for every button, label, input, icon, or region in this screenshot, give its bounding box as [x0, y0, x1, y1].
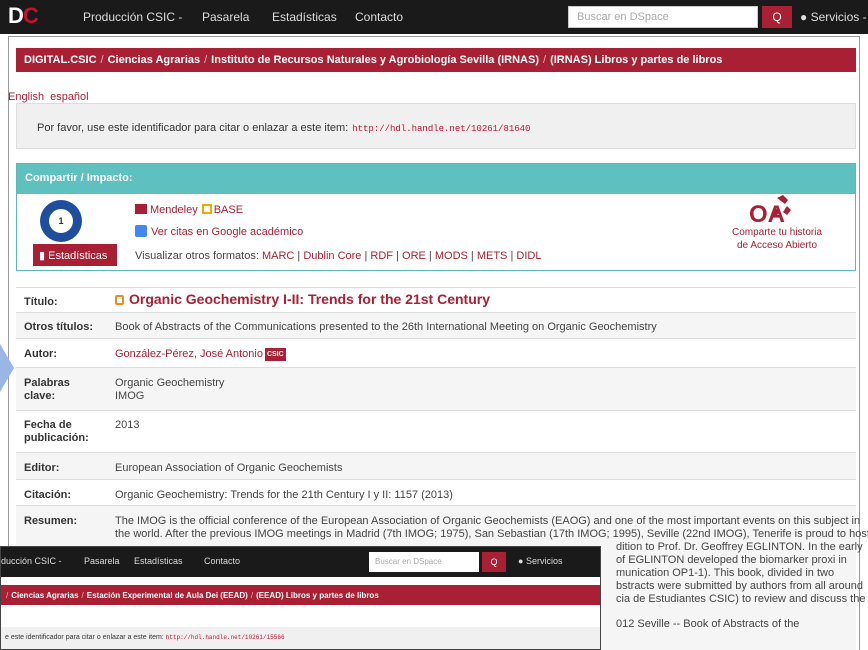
- value-citacion: Organic Geochemistry: Trends for the 21t…: [115, 489, 453, 501]
- overlay-search-input[interactable]: Buscar en DSpace: [369, 552, 479, 572]
- nav-produccion-csic[interactable]: Producción CSIC -: [83, 10, 182, 24]
- lang-espanol[interactable]: español: [50, 91, 89, 103]
- breadcrumb-ciencias-agrarias[interactable]: Ciencias Agrarias: [108, 54, 201, 66]
- label-citacion: Citación:: [24, 489, 72, 501]
- value-otros-titulos: Book of Abstracts of the Communications …: [115, 321, 657, 333]
- format-ore[interactable]: ORE: [402, 250, 426, 262]
- google-scholar-icon: [135, 225, 147, 237]
- value-palabras-clave: Organic Geochemistry IMOG: [115, 377, 225, 402]
- format-didl[interactable]: DIDL: [516, 250, 541, 262]
- breadcrumb-digital-csic[interactable]: DIGITAL.CSIC: [24, 54, 97, 66]
- handle-url[interactable]: http://hdl.handle.net/10261/81640: [352, 124, 530, 134]
- csic-author-badge[interactable]: CSIC: [264, 348, 286, 361]
- overlay-nav-estadisticas[interactable]: Estadísticas: [134, 556, 183, 566]
- overlay-navbar: ducción CSIC - Pasarela Estadísticas Con…: [1, 547, 600, 577]
- value-autor: González-Pérez, José Antonio CSIC: [115, 348, 286, 361]
- mendeley-link[interactable]: Mendeley: [150, 204, 198, 216]
- nav-pasarela[interactable]: Pasarela: [202, 10, 249, 24]
- digital-csic-logo[interactable]: DC: [8, 3, 39, 29]
- overlay-search-button[interactable]: Q: [482, 552, 506, 572]
- row-editor: Editor: European Association of Organic …: [16, 452, 856, 479]
- value-resumen: The IMOG is the official conference of t…: [115, 515, 868, 540]
- row-palabras-clave: Palabras clave: Organic Geochemistry IMOG: [16, 367, 856, 410]
- author-link[interactable]: González-Pérez, José Antonio: [115, 348, 263, 360]
- row-autor: Autor: González-Pérez, José Antonio CSIC: [16, 338, 856, 367]
- svg-text:OA: OA: [749, 201, 785, 224]
- formats-line: Visualizar otros formatos: MARC | Dublin…: [135, 250, 542, 262]
- user-icon: ●: [518, 556, 524, 566]
- overlay-breadcrumb-eead[interactable]: Estación Experimental de Aula Dei (EEAD): [87, 591, 248, 600]
- row-fecha: Fecha de publicación: 2013: [16, 410, 856, 452]
- value-fecha: 2013: [115, 419, 140, 431]
- format-dublin-core[interactable]: Dublin Core: [303, 250, 361, 262]
- overlay-nav-produccion[interactable]: ducción CSIC -: [1, 556, 62, 566]
- share-impact-panel: Compartir / Impacto: 1 ▮ Estadísticas Me…: [16, 163, 856, 271]
- google-scholar-link[interactable]: Ver citas en Google académico: [151, 226, 303, 238]
- open-access-logo-icon[interactable]: OA: [749, 194, 793, 224]
- base-icon: [201, 204, 212, 214]
- nav-contacto[interactable]: Contacto: [355, 10, 403, 24]
- label-autor: Autor:: [24, 348, 57, 360]
- language-switcher: English español: [8, 91, 95, 103]
- row-otros-titulos: Otros títulos: Book of Abstracts of the …: [16, 312, 856, 338]
- label-otros-titulos: Otros títulos:: [24, 321, 94, 333]
- row-citacion: Citación: Organic Geochemistry: Trends f…: [16, 479, 856, 505]
- overlay-nav-pasarela[interactable]: Pasarela: [84, 556, 120, 566]
- altmetric-badge[interactable]: 1: [40, 200, 82, 242]
- servicios-menu[interactable]: ● Servicios -: [800, 10, 867, 24]
- lang-english[interactable]: English: [8, 91, 44, 103]
- label-titulo: Título:: [24, 296, 58, 308]
- value-titulo: Organic Geochemistry I-II: Trends for th…: [115, 292, 490, 308]
- overlay-breadcrumb-eead-libros[interactable]: (EEAD) Libros y partes de libros: [256, 591, 379, 600]
- citation-count: 1: [49, 209, 73, 233]
- open-access-story-link[interactable]: Comparte tu historia de Acceso Abierto: [717, 226, 837, 252]
- cite-identifier-box: Por favor, use este identificador para c…: [16, 103, 856, 149]
- label-resumen: Resumen:: [24, 515, 78, 527]
- top-navbar: DC Producción CSIC - Pasarela Estadístic…: [0, 0, 868, 34]
- overlay-handle-url[interactable]: http://hdl.handle.net/10261/15566: [166, 634, 285, 641]
- base-link[interactable]: BASE: [214, 204, 243, 216]
- share-header: Compartir / Impacto:: [17, 164, 855, 194]
- search-input[interactable]: Buscar en DSpace: [568, 6, 758, 28]
- google-scholar-line: Ver citas en Google académico: [135, 225, 303, 238]
- overlay-breadcrumb: / Ciencias Agrarias / Estación Experimental…: [1, 585, 600, 605]
- cite-text: Por favor, use este identificador para c…: [37, 122, 349, 134]
- breadcrumb-irnas[interactable]: Instituto de Recursos Naturales y Agrobi…: [211, 54, 539, 66]
- user-icon: ●: [800, 10, 808, 24]
- value-editor: European Association of Organic Geochemi…: [115, 462, 343, 474]
- value-resumen-visible-right: dition to Prof. Dr. Geoffrey EGLINTON. I…: [616, 541, 866, 630]
- open-access-lock-icon: [115, 295, 124, 305]
- format-marc[interactable]: MARC: [262, 250, 294, 262]
- mendeley-icon: [135, 204, 147, 214]
- overlay-breadcrumb-ciencias[interactable]: Ciencias Agrarias: [11, 591, 78, 600]
- overlay-cite-box: e este identificador para citar o enlaza…: [1, 627, 600, 649]
- pointer-arrow-icon: [0, 344, 14, 392]
- label-palabras-clave: Palabras clave:: [24, 377, 70, 402]
- overlay-servicios-menu[interactable]: ● Servicios: [518, 556, 562, 566]
- breadcrumb-irnas-libros[interactable]: (IRNAS) Libros y partes de libros: [550, 54, 722, 66]
- label-editor: Editor:: [24, 462, 60, 474]
- overlay-nav-contacto[interactable]: Contacto: [204, 556, 240, 566]
- format-mets[interactable]: METS: [477, 250, 508, 262]
- label-fecha: Fecha de publicación:: [24, 419, 89, 444]
- format-mods[interactable]: MODS: [435, 250, 468, 262]
- estadisticas-button[interactable]: ▮ Estadísticas: [33, 244, 117, 266]
- nav-estadisticas[interactable]: Estadísticas: [272, 10, 337, 24]
- bar-chart-icon: ▮: [39, 250, 46, 262]
- format-rdf[interactable]: RDF: [370, 250, 393, 262]
- search-button[interactable]: Q: [762, 6, 792, 28]
- breadcrumb: DIGITAL.CSIC / Ciencias Agrarias / Instituto…: [16, 48, 856, 72]
- row-titulo: Título: Organic Geochemistry I-II: Trend…: [16, 287, 856, 312]
- mendeley-base-links: Mendeley BASE: [135, 204, 243, 216]
- overlay-screenshot-window: ducción CSIC - Pasarela Estadísticas Con…: [0, 546, 601, 650]
